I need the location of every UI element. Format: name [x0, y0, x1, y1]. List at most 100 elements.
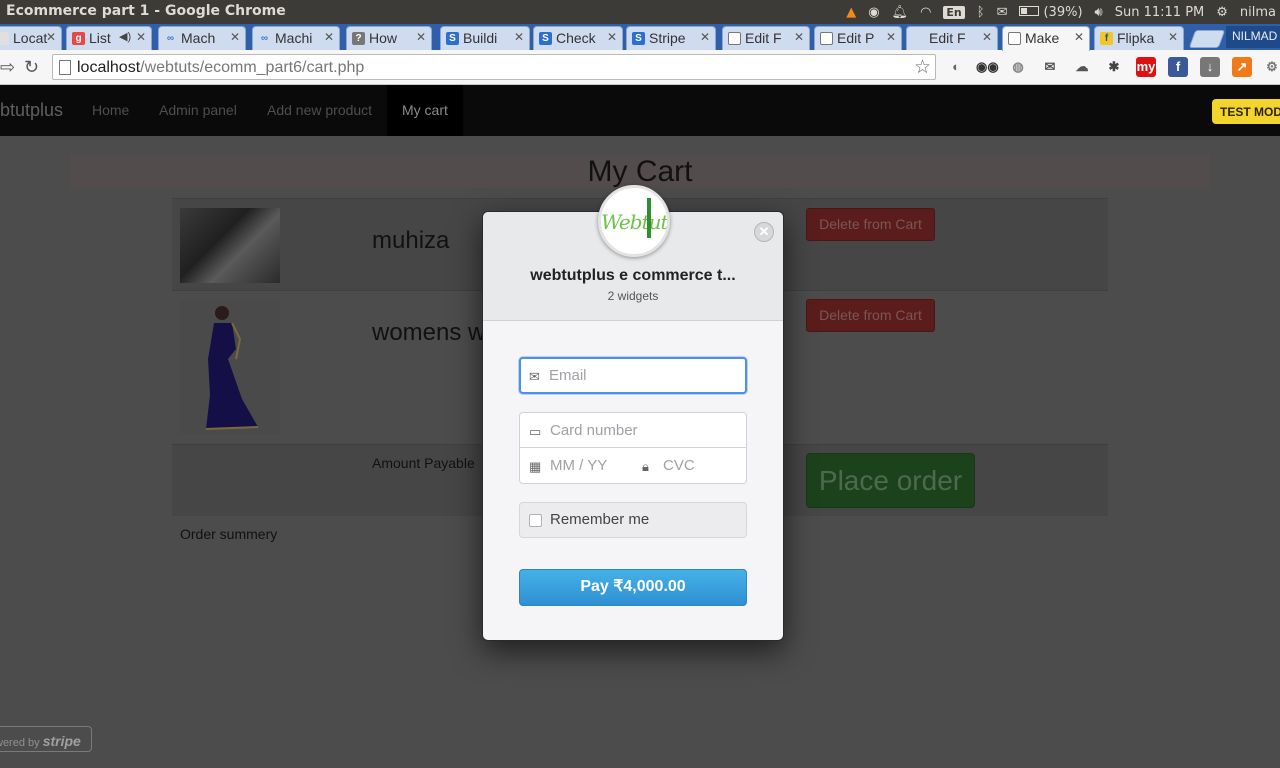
- close-icon[interactable]: ✕: [754, 222, 774, 242]
- tab-label: Make: [1025, 30, 1060, 46]
- browser-tab-active[interactable]: Make ✕: [1002, 26, 1090, 51]
- nav-link-my-cart[interactable]: My cart: [387, 85, 463, 136]
- browser-tab[interactable]: S Buildi ✕: [440, 26, 530, 50]
- expiry-field[interactable]: ▦ MM / YY: [519, 447, 634, 484]
- remember-me-row[interactable]: Remember me: [519, 502, 747, 538]
- cvc-field[interactable]: 🔒︎ CVC: [633, 447, 747, 484]
- extension-download-icon[interactable]: ↓: [1200, 57, 1220, 77]
- notification-bell-icon[interactable]: 🔔︎: [892, 5, 909, 20]
- browser-tab[interactable]: S Check ✕: [533, 26, 623, 50]
- vlc-icon[interactable]: ▲: [846, 5, 856, 20]
- expiry-placeholder: MM / YY: [550, 457, 608, 474]
- browser-tab[interactable]: S Stripe ✕: [626, 26, 716, 50]
- user-name[interactable]: nilma: [1240, 5, 1276, 20]
- settings-gear-icon[interactable]: ⚙: [1216, 5, 1228, 20]
- email-placeholder: Email: [549, 367, 587, 384]
- extension-eyes-icon[interactable]: ◉◉: [976, 57, 999, 77]
- bookmark-star-icon[interactable]: ☆: [914, 56, 931, 79]
- product-name: muhiza: [372, 227, 450, 254]
- flipkart-favicon-icon: f: [1100, 32, 1113, 45]
- browser-tab[interactable]: ∞ Mach ✕: [158, 26, 246, 50]
- extension-settings-icon[interactable]: ⚙: [1262, 57, 1280, 77]
- address-path: /webtuts/ecomm_part6/cart.php: [140, 59, 365, 76]
- extension-globe-icon[interactable]: ◍: [1008, 57, 1028, 77]
- tab-label: Edit F: [929, 30, 966, 46]
- wifi-icon[interactable]: ◠: [920, 5, 931, 20]
- tab-close-icon[interactable]: ✕: [416, 30, 426, 44]
- tab-close-icon[interactable]: ✕: [46, 30, 56, 44]
- card-number-placeholder: Card number: [550, 422, 638, 439]
- amount-payable-label: Amount Payable: [372, 455, 475, 471]
- page-favicon-icon: [1008, 32, 1021, 45]
- browser-tab[interactable]: Locat ✕: [0, 26, 62, 50]
- page-info-icon[interactable]: [59, 60, 71, 75]
- battery-icon[interactable]: [1019, 5, 1040, 20]
- browser-tab[interactable]: ∞ Machi ✕: [252, 26, 340, 50]
- tab-close-icon[interactable]: ✕: [982, 30, 992, 44]
- browser-tab[interactable]: Edit P ✕: [814, 26, 902, 50]
- delete-from-cart-button[interactable]: Delete from Cart: [806, 299, 935, 332]
- tab-close-icon[interactable]: ✕: [1168, 30, 1178, 44]
- credit-card-icon: ▭: [529, 424, 542, 439]
- bluetooth-icon[interactable]: ᛒ: [977, 5, 985, 20]
- checkout-header: Webtut ✕ webtutplus e commerce t... 2 wi…: [483, 185, 783, 321]
- address-bar[interactable]: localhost/webtuts/ecomm_part6/cart.php ☆: [52, 54, 936, 80]
- envelope-icon: ✉: [529, 369, 540, 384]
- browser-tab[interactable]: Edit F ✕: [722, 26, 810, 50]
- mail-icon[interactable]: ✉: [997, 5, 1008, 20]
- extension-alien-icon[interactable]: ◐: [946, 57, 966, 77]
- tab-close-icon[interactable]: ✕: [886, 30, 896, 44]
- tab-close-icon[interactable]: ✕: [514, 30, 524, 44]
- place-order-button[interactable]: Place order: [806, 453, 975, 508]
- tab-close-icon[interactable]: ✕: [700, 30, 710, 44]
- card-number-field[interactable]: ▭ Card number: [519, 412, 747, 448]
- extension-bug-icon[interactable]: ✱: [1104, 57, 1124, 77]
- remember-me-label: Remember me: [550, 511, 650, 528]
- tab-label: Mach: [181, 30, 216, 46]
- saree-figure-icon: [205, 306, 259, 430]
- browser-tab[interactable]: g List ◀) ✕: [66, 26, 152, 50]
- delete-from-cart-button[interactable]: Delete from Cart: [806, 208, 935, 241]
- checkout-description: 2 widgets: [607, 289, 659, 303]
- reload-icon[interactable]: ↻: [24, 57, 39, 78]
- browser-tab[interactable]: f Flipka ✕: [1094, 26, 1184, 50]
- extension-mail-icon[interactable]: ✉: [1040, 57, 1060, 77]
- tab-label: Edit P: [837, 30, 875, 46]
- remember-me-checkbox[interactable]: [529, 514, 542, 527]
- extension-chart-icon[interactable]: ↗: [1232, 57, 1252, 77]
- tab-close-icon[interactable]: ✕: [1074, 30, 1084, 44]
- nav-link-add-new-product[interactable]: Add new product: [267, 85, 372, 136]
- merchant-name: webtutplus e commerce t...: [530, 267, 736, 284]
- extension-facebook-icon[interactable]: f: [1168, 57, 1188, 77]
- nav-link-home[interactable]: Home: [92, 85, 129, 136]
- lock-icon: 🔒︎: [642, 459, 649, 474]
- site-brand[interactable]: btutplus: [0, 100, 63, 121]
- extension-my-icon[interactable]: my: [1136, 57, 1156, 77]
- tab-close-icon[interactable]: ✕: [136, 30, 146, 44]
- clock[interactable]: Sun 11:11 PM: [1115, 5, 1205, 20]
- tab-close-icon[interactable]: ✕: [230, 30, 240, 44]
- profile-button[interactable]: NILMAD: [1226, 26, 1280, 48]
- keyboard-layout-indicator[interactable]: En: [943, 5, 965, 19]
- browser-tab[interactable]: Edit F ✕: [906, 26, 998, 50]
- browser-tab[interactable]: ? How ✕: [346, 26, 432, 50]
- tab-close-icon[interactable]: ✕: [794, 30, 804, 44]
- tab-label: Edit F: [745, 30, 782, 46]
- email-field[interactable]: ✉ Email: [519, 357, 747, 394]
- stripe-wordmark: stripe: [42, 733, 81, 749]
- powered-by-stripe-badge[interactable]: wered by stripe: [0, 726, 92, 752]
- browser-toolbar: ⇨ ↻ localhost/webtuts/ecomm_part6/cart.p…: [0, 50, 1280, 85]
- tab-close-icon[interactable]: ✕: [324, 30, 334, 44]
- audio-playing-icon[interactable]: ◀): [119, 30, 131, 43]
- nav-link-admin-panel[interactable]: Admin panel: [159, 85, 237, 136]
- extension-cloud-icon[interactable]: ☁: [1072, 57, 1092, 77]
- page-favicon-icon: [912, 32, 925, 45]
- address-url[interactable]: localhost/webtuts/ecomm_part6/cart.php: [77, 59, 364, 77]
- pay-button[interactable]: Pay ₹4,000.00: [519, 569, 747, 606]
- messaging-icon[interactable]: ◉: [868, 5, 879, 20]
- new-tab-button[interactable]: [1188, 30, 1226, 48]
- tab-close-icon[interactable]: ✕: [607, 30, 617, 44]
- volume-icon[interactable]: 🔊︎: [1095, 5, 1103, 20]
- back-arrow-icon[interactable]: ⇨: [0, 57, 15, 78]
- logo-mark: [647, 198, 651, 238]
